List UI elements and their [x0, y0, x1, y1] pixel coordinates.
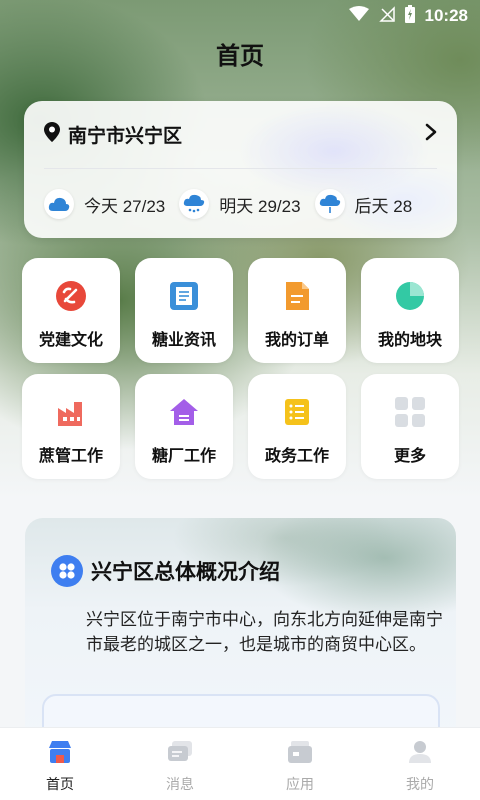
grid-item-my-plots[interactable]: 我的地块: [361, 258, 459, 363]
location-row[interactable]: 南宁市兴宁区: [44, 119, 437, 149]
grid-item-government-work[interactable]: 政务工作: [248, 374, 346, 479]
grid-item-label: 更多: [393, 446, 426, 465]
weather-day-after-label: 后天 28: [354, 196, 413, 216]
cloud-icon: [44, 189, 74, 219]
grid-item-label: 我的地块: [377, 330, 442, 349]
grid-item-party-culture[interactable]: 党建文化: [22, 258, 120, 363]
list-document-icon: [281, 396, 313, 428]
grid-item-label: 党建文化: [38, 330, 103, 349]
location-name: 南宁市兴宁区: [68, 124, 183, 147]
weather-day-after: 后天 28: [314, 189, 413, 219]
battery-charging-icon: [404, 5, 415, 27]
weather-card[interactable]: 南宁市兴宁区 今天 27/23 明天 29/23 后天 28: [24, 101, 457, 238]
tab-home[interactable]: 首页: [0, 728, 120, 800]
grid-item-label: 我的订单: [264, 330, 329, 349]
weather-tomorrow-label: 明天 29/23: [219, 196, 301, 216]
weather-today: 今天 27/23: [44, 189, 165, 219]
order-document-icon: [281, 280, 313, 312]
grid-item-label: 蔗管工作: [38, 446, 103, 465]
cloud-rain-icon: [314, 189, 345, 219]
grid-more-icon: [394, 396, 426, 428]
tab-label: 消息: [166, 777, 194, 793]
message-icon: [167, 740, 193, 768]
grid-item-label: 糖业资讯: [151, 330, 216, 349]
tab-label: 应用: [286, 777, 314, 793]
status-time: 10:28: [424, 6, 468, 25]
weather-forecast-row: 今天 27/23 明天 29/23 后天 28: [44, 187, 457, 221]
status-bar: 10:28: [0, 0, 480, 32]
home-store-icon: [47, 740, 73, 768]
grid-item-more[interactable]: 更多: [361, 374, 459, 479]
grid-item-label: 糖厂工作: [151, 446, 216, 465]
function-grid: 党建文化 糖业资讯 我的订单 我的地块 蔗管工作 糖厂工作 政务工作 更多: [22, 258, 459, 479]
intro-title: 兴宁区总体概况介绍: [91, 560, 280, 584]
no-signal-icon: [378, 6, 395, 26]
intro-body: 兴宁区位于南宁市中心，向东北方向延伸是南宁市最老的城区之一，也是城市的商贸中心区…: [86, 610, 443, 655]
tab-apps[interactable]: 应用: [240, 728, 360, 800]
grid-item-label: 政务工作: [264, 446, 329, 465]
pie-chart-icon: [394, 280, 426, 312]
party-emblem-icon: [55, 280, 87, 312]
location-pin-icon: [44, 122, 60, 146]
tab-profile[interactable]: 我的: [360, 728, 480, 800]
news-document-icon: [168, 280, 200, 312]
tab-label: 我的: [406, 777, 434, 793]
card-divider: [44, 168, 437, 169]
intro-card[interactable]: 兴宁区总体概况介绍 兴宁区位于南宁市中心，向东北方向延伸是南宁市最老的城区之一，…: [25, 518, 456, 748]
grid-item-sugar-news[interactable]: 糖业资讯: [135, 258, 233, 363]
page-title: 首页: [216, 42, 264, 70]
rain-cloud-icon: [179, 189, 210, 219]
house-icon: [168, 396, 200, 428]
intro-header: 兴宁区总体概况介绍: [51, 555, 280, 587]
tab-label: 首页: [46, 777, 74, 793]
bottom-tab-bar: 首页 消息 应用 我的: [0, 727, 480, 800]
grid-item-cane-work[interactable]: 蔗管工作: [22, 374, 120, 479]
factory-icon: [55, 396, 87, 428]
tab-messages[interactable]: 消息: [120, 728, 240, 800]
profile-icon: [407, 740, 433, 768]
weather-today-label: 今天 27/23: [84, 196, 166, 216]
wifi-icon: [348, 6, 369, 26]
weather-tomorrow: 明天 29/23: [179, 189, 301, 219]
grid-item-sugar-factory-work[interactable]: 糖厂工作: [135, 374, 233, 479]
clover-icon: [51, 555, 83, 587]
chevron-right-icon[interactable]: [425, 123, 437, 145]
grid-item-my-orders[interactable]: 我的订单: [248, 258, 346, 363]
apps-icon: [287, 740, 313, 768]
